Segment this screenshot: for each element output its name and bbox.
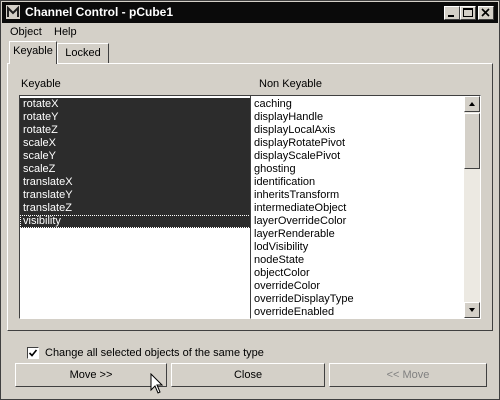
tab-keyable[interactable]: Keyable xyxy=(9,41,57,64)
title-bar[interactable]: Channel Control - pCube1 xyxy=(2,2,498,23)
list-item[interactable]: displayLocalAxis xyxy=(251,124,480,137)
list-item[interactable]: visibility xyxy=(20,215,251,228)
minimize-icon xyxy=(448,15,454,17)
list-item[interactable]: identification xyxy=(251,176,480,189)
list-item[interactable]: scaleX xyxy=(20,137,251,150)
list-item[interactable]: displayRotatePivot xyxy=(251,137,480,150)
non-keyable-list[interactable]: caching displayHandle displayLocalAxis d… xyxy=(250,95,481,319)
close-dialog-button[interactable]: Close xyxy=(171,363,325,387)
checkmark-icon xyxy=(28,349,38,357)
channel-control-window: Channel Control - pCube1 Object Help Key… xyxy=(0,0,500,400)
list-item[interactable]: intermediateObject xyxy=(251,202,480,215)
window-title: Channel Control - pCube1 xyxy=(25,5,173,19)
menu-bar: Object Help xyxy=(2,23,498,42)
list-item[interactable]: displayScalePivot xyxy=(251,150,480,163)
list-item[interactable]: overrideEnabled xyxy=(251,306,480,318)
menu-help[interactable]: Help xyxy=(54,26,77,38)
list-item[interactable]: caching xyxy=(251,98,480,111)
move-right-button[interactable]: Move >> xyxy=(15,363,167,387)
close-button[interactable] xyxy=(478,6,494,20)
scroll-up-button[interactable] xyxy=(464,96,480,112)
list-item[interactable]: lodVisibility xyxy=(251,241,480,254)
scroll-down-button[interactable] xyxy=(464,302,480,318)
change-all-checkbox[interactable] xyxy=(27,347,39,359)
arrow-up-icon xyxy=(469,102,475,106)
arrow-down-icon xyxy=(469,308,475,312)
maya-icon xyxy=(6,5,20,19)
list-item[interactable]: rotateY xyxy=(20,111,251,124)
mouse-cursor-icon xyxy=(150,373,164,394)
change-all-label: Change all selected objects of the same … xyxy=(45,347,264,359)
list-item[interactable]: translateX xyxy=(20,176,251,189)
list-item[interactable]: rotateX xyxy=(20,98,251,111)
menu-object[interactable]: Object xyxy=(10,26,42,38)
list-item[interactable]: layerOverrideColor xyxy=(251,215,480,228)
list-item[interactable]: ghosting xyxy=(251,163,480,176)
vertical-scrollbar[interactable] xyxy=(464,96,480,318)
list-item[interactable]: translateY xyxy=(20,189,251,202)
non-keyable-list-label: Non Keyable xyxy=(259,78,322,90)
list-item[interactable]: objectColor xyxy=(251,267,480,280)
list-item[interactable]: layerRenderable xyxy=(251,228,480,241)
keyable-list[interactable]: rotateX rotateY rotateZ scaleX scaleY sc… xyxy=(19,95,252,319)
list-item[interactable]: nodeState xyxy=(251,254,480,267)
move-left-button[interactable]: << Move xyxy=(329,363,487,387)
list-item[interactable]: overrideDisplayType xyxy=(251,293,480,306)
list-item[interactable]: scaleY xyxy=(20,150,251,163)
minimize-button[interactable] xyxy=(444,6,460,20)
list-item[interactable]: inheritsTransform xyxy=(251,189,480,202)
list-item[interactable]: translateZ xyxy=(20,202,251,215)
maximize-icon xyxy=(463,8,473,17)
maximize-button[interactable] xyxy=(460,6,476,20)
keyable-list-label: Keyable xyxy=(21,78,61,90)
close-icon xyxy=(481,8,490,17)
list-item[interactable]: scaleZ xyxy=(20,163,251,176)
list-item[interactable]: rotateZ xyxy=(20,124,251,137)
tab-locked[interactable]: Locked xyxy=(57,43,109,63)
scrollbar-thumb[interactable] xyxy=(464,113,480,169)
list-item[interactable]: displayHandle xyxy=(251,111,480,124)
list-item[interactable]: overrideColor xyxy=(251,280,480,293)
